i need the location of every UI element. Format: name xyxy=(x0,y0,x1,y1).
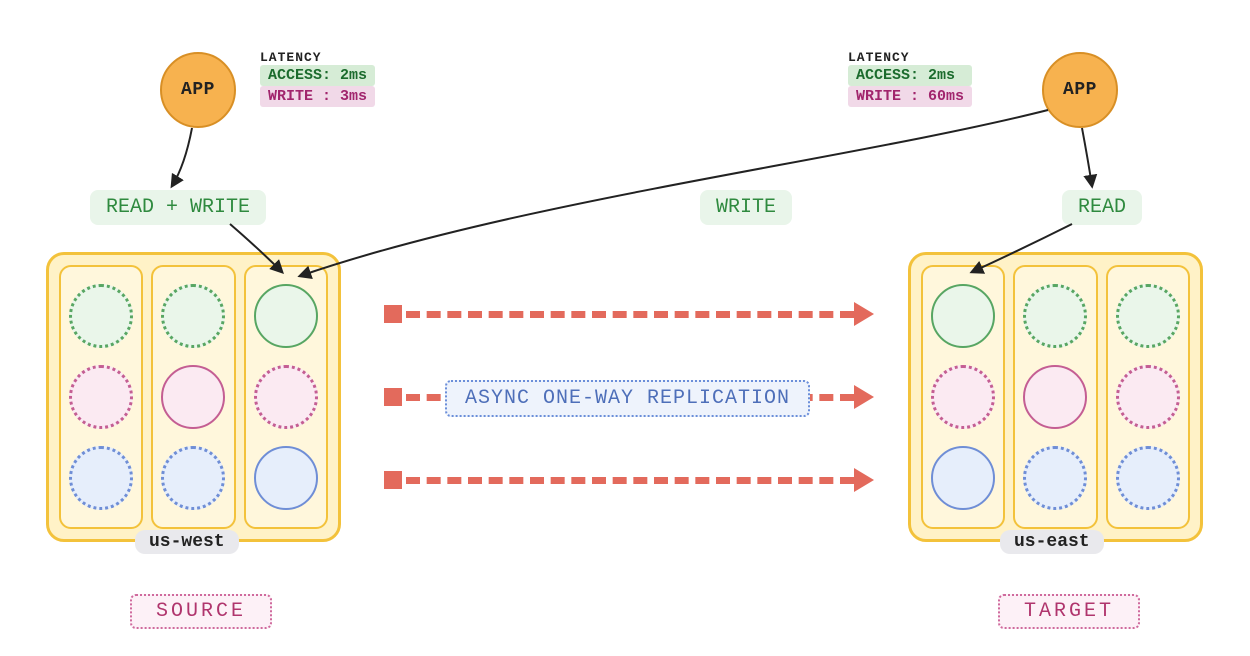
primary-node xyxy=(1023,365,1087,429)
app-label: APP xyxy=(1063,80,1097,100)
cluster-us-east xyxy=(908,252,1203,542)
primary-node xyxy=(161,365,225,429)
replication-arrow-head xyxy=(854,302,874,326)
app-label: APP xyxy=(181,80,215,100)
cluster-col xyxy=(921,265,1005,529)
cluster-col xyxy=(59,265,143,529)
replica-node xyxy=(1116,365,1180,429)
latency-panel-right: LATENCY ACCESS: 2ms WRITE : 60ms xyxy=(848,50,972,107)
replica-node xyxy=(69,284,133,348)
latency-write-left: WRITE : 3ms xyxy=(260,86,375,107)
replication-label: ASYNC ONE-WAY REPLICATION xyxy=(445,380,810,417)
replica-node xyxy=(254,365,318,429)
region-tag-east: us-east xyxy=(1000,530,1104,554)
latency-title: LATENCY xyxy=(260,50,375,65)
latency-write-right: WRITE : 60ms xyxy=(848,86,972,107)
cluster-col xyxy=(244,265,328,529)
primary-node xyxy=(254,284,318,348)
latency-panel-left: LATENCY ACCESS: 2ms WRITE : 3ms xyxy=(260,50,375,107)
replica-node xyxy=(69,446,133,510)
replica-node xyxy=(1116,446,1180,510)
primary-node xyxy=(254,446,318,510)
action-read-write: READ + WRITE xyxy=(90,190,266,225)
cluster-col xyxy=(1013,265,1097,529)
action-write: WRITE xyxy=(700,190,792,225)
replica-node xyxy=(1116,284,1180,348)
role-source: SOURCE xyxy=(130,594,272,629)
role-target: TARGET xyxy=(998,594,1140,629)
cluster-col xyxy=(1106,265,1190,529)
cluster-col xyxy=(151,265,235,529)
replication-arrow xyxy=(406,477,854,484)
cluster-us-west xyxy=(46,252,341,542)
action-read: READ xyxy=(1062,190,1142,225)
primary-node xyxy=(931,446,995,510)
replication-arrow-start xyxy=(384,388,402,406)
replication-arrow-head xyxy=(854,468,874,492)
primary-node xyxy=(931,284,995,348)
replication-arrow-start xyxy=(384,305,402,323)
replica-node xyxy=(1023,284,1087,348)
replica-node xyxy=(69,365,133,429)
diagram-stage: APP LATENCY ACCESS: 2ms WRITE : 3ms LATE… xyxy=(0,0,1250,656)
region-tag-west: us-west xyxy=(135,530,239,554)
app-node-left: APP xyxy=(160,52,236,128)
latency-title: LATENCY xyxy=(848,50,972,65)
replica-node xyxy=(931,365,995,429)
replication-arrow-head xyxy=(854,385,874,409)
replication-arrow-start xyxy=(384,471,402,489)
latency-access-right: ACCESS: 2ms xyxy=(848,65,972,86)
replica-node xyxy=(161,446,225,510)
app-node-right: APP xyxy=(1042,52,1118,128)
replication-arrow xyxy=(406,311,854,318)
replica-node xyxy=(1023,446,1087,510)
latency-access-left: ACCESS: 2ms xyxy=(260,65,375,86)
replica-node xyxy=(161,284,225,348)
